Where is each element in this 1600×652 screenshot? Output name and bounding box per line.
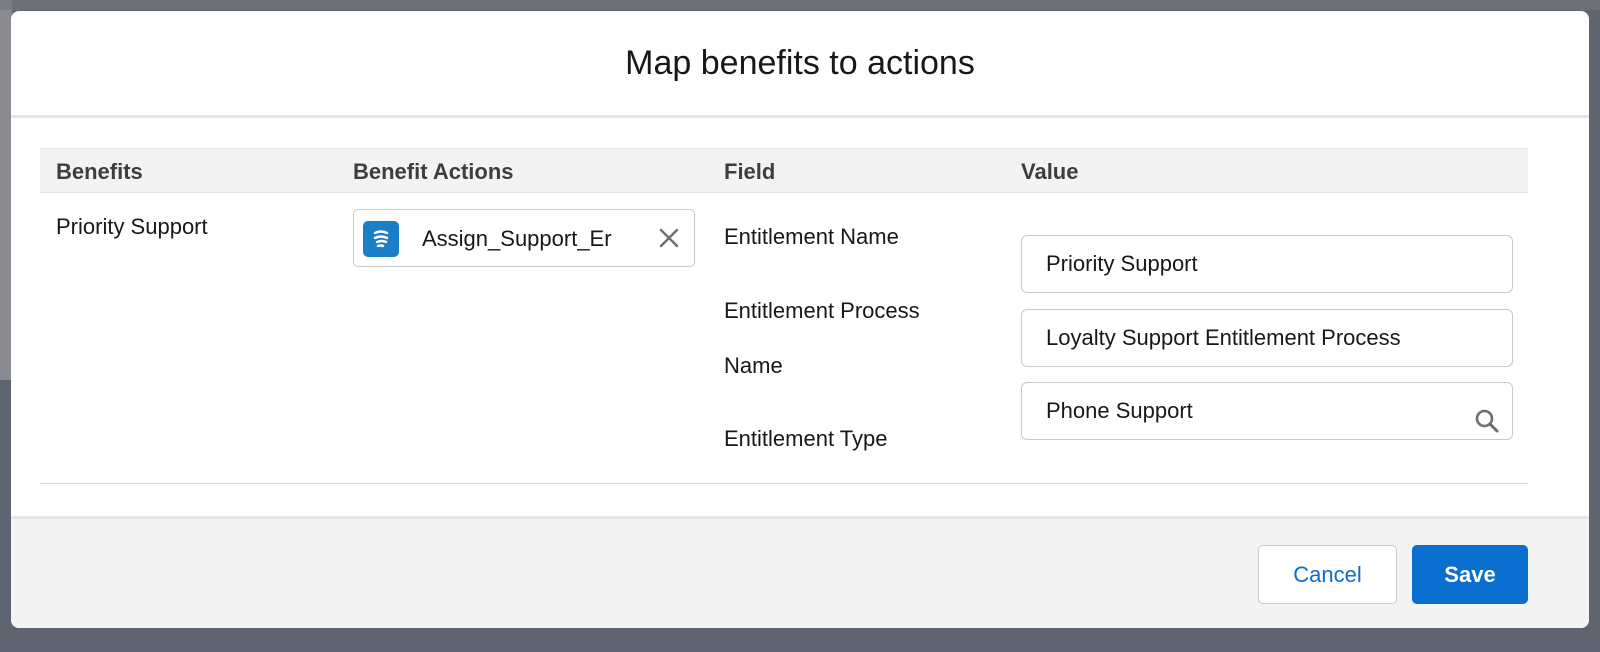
column-header-benefits: Benefits [56, 159, 143, 184]
field-label-entitlement-process-line2: Name [724, 353, 783, 378]
field-label-entitlement-name: Entitlement Name [724, 224, 899, 249]
search-icon[interactable] [1474, 399, 1500, 433]
benefit-name: Priority Support [56, 214, 208, 239]
entitlement-name-value: Priority Support [1046, 251, 1198, 276]
entitlement-type-lookup[interactable]: Phone Support [1021, 382, 1513, 440]
benefit-action-pill[interactable]: Assign_Support_Er [353, 209, 695, 267]
field-label-entitlement-type: Entitlement Type [724, 426, 888, 451]
modal-header: Map benefits to actions [11, 11, 1589, 118]
close-icon[interactable] [658, 227, 680, 249]
cancel-button[interactable]: Cancel [1258, 545, 1397, 604]
row-divider [40, 483, 1528, 484]
entitlement-type-value: Phone Support [1046, 398, 1193, 423]
field-label-entitlement-process-line1: Entitlement Process [724, 298, 920, 323]
column-header-benefit-actions: Benefit Actions [353, 159, 514, 184]
modal-title: Map benefits to actions [625, 43, 975, 82]
backdrop [0, 0, 1600, 10]
modal-footer: Cancel Save [11, 516, 1589, 628]
column-header-value: Value [1021, 159, 1079, 184]
entitlement-process-input[interactable]: Loyalty Support Entitlement Process [1021, 309, 1513, 367]
save-button[interactable]: Save [1412, 545, 1528, 604]
modal-body: Benefits Benefit Actions Field Value Pri… [11, 118, 1589, 516]
benefit-action-label: Assign_Support_Er [422, 226, 612, 251]
table-header-row: Benefits Benefit Actions Field Value [40, 148, 1528, 193]
column-header-field: Field [724, 159, 776, 184]
map-benefits-modal: Map benefits to actions Benefits Benefit… [11, 11, 1589, 628]
entitlement-process-value: Loyalty Support Entitlement Process [1046, 325, 1401, 350]
entitlement-name-input[interactable]: Priority Support [1021, 235, 1513, 293]
flow-icon [363, 221, 399, 257]
